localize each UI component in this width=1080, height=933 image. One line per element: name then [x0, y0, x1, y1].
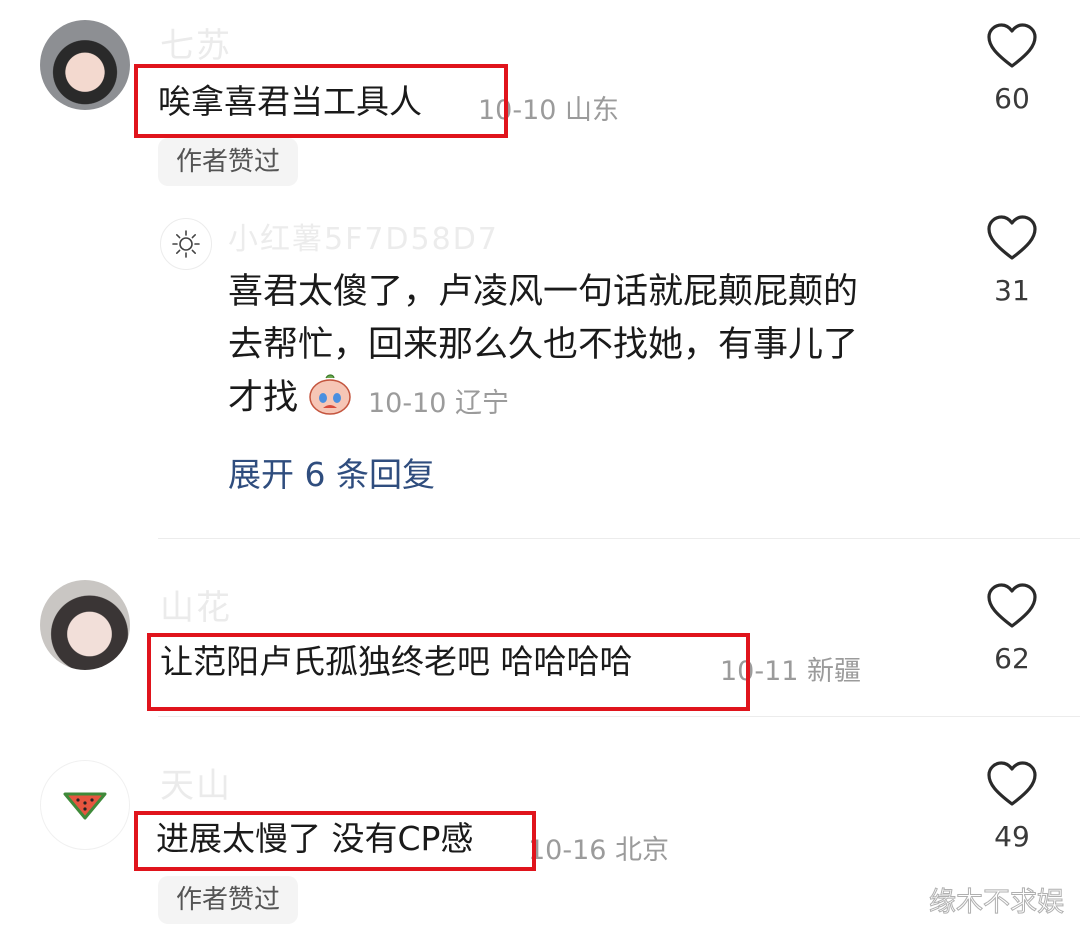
- username[interactable]: 七苏: [160, 18, 232, 67]
- reply-text-line: 才找: [228, 378, 299, 418]
- like-count: 62: [994, 642, 1030, 675]
- avatar[interactable]: [160, 218, 212, 270]
- username[interactable]: 天山: [160, 758, 232, 807]
- expand-replies-link[interactable]: 展开 6 条回复: [228, 448, 435, 496]
- avatar[interactable]: [40, 20, 130, 110]
- divider: [158, 538, 1080, 539]
- highlight-box: [147, 633, 750, 711]
- author-liked-badge: 作者赞过: [158, 138, 299, 186]
- reply-date-location: 10-10 辽宁: [368, 388, 510, 419]
- heart-icon[interactable]: [986, 582, 1038, 630]
- reply-text-line: 喜君太傻了，卢凌风一句话就屁颠屁颠的: [228, 272, 859, 312]
- like-count: 60: [994, 82, 1030, 115]
- like-count: 31: [994, 274, 1030, 307]
- comment-date-location: 10-16 北京: [528, 835, 670, 866]
- heart-icon[interactable]: [986, 760, 1038, 808]
- avatar[interactable]: [40, 580, 130, 670]
- avatar[interactable]: [40, 760, 130, 850]
- heart-icon[interactable]: [986, 22, 1038, 70]
- watermelon-icon: [63, 792, 107, 820]
- like-count: 49: [994, 820, 1030, 853]
- divider: [158, 716, 1080, 717]
- highlight-box: [134, 64, 508, 138]
- highlight-box: [134, 811, 536, 871]
- author-liked-badge: 作者赞过: [158, 876, 299, 924]
- sun-icon: [172, 230, 200, 258]
- crying-face-emoji: [309, 374, 351, 415]
- reply-text-line: 去帮忙，回来那么久也不找她，有事儿了: [228, 325, 859, 365]
- username[interactable]: 小红薯5F7D58D7: [228, 214, 499, 258]
- watermark: 缘木不求娱: [929, 887, 1065, 919]
- heart-icon[interactable]: [986, 214, 1038, 262]
- username[interactable]: 山花: [160, 580, 232, 629]
